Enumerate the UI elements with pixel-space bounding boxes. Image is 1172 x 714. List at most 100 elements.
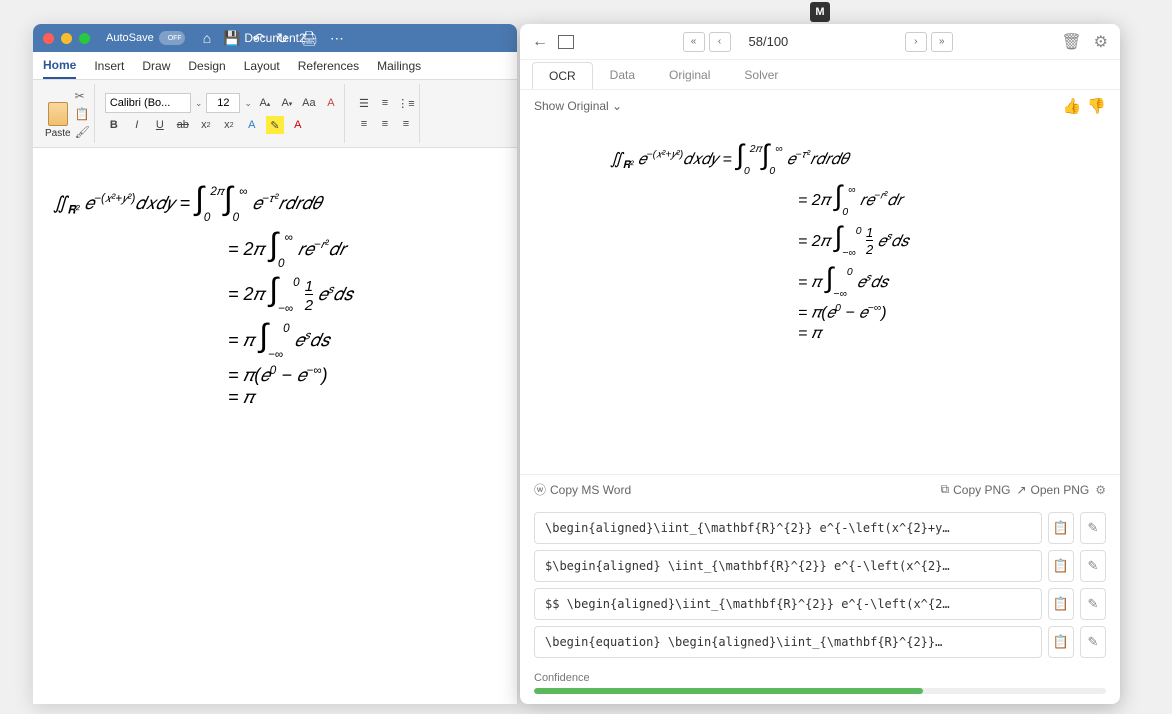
bold-button[interactable]: B [105,116,123,134]
latex-code[interactable]: $\begin{aligned} \iint_{\mathbf{R}^{2}} … [534,550,1042,582]
delete-icon[interactable]: 🗑 [1061,32,1081,52]
tab-original[interactable]: Original [652,61,727,88]
copy-latex-icon[interactable]: 📋 [1048,588,1074,620]
document-canvas[interactable]: ∬𝐑² 𝑒−(𝑥²+𝑦²)𝑑𝑥𝑑𝑦 = ∫02𝜋∫0∞ 𝑒−𝜏²𝑟𝑑𝑟𝑑𝜃 = … [33,148,517,440]
font-group: ⌄ ⌄ A▴ A▾ Aa A B I U ab x2 x2 A ✎ A [101,84,345,143]
tab-mailings[interactable]: Mailings [377,54,421,78]
tab-layout[interactable]: Layout [244,54,280,78]
zoom-window[interactable] [79,33,90,44]
tab-draw[interactable]: Draw [142,54,170,78]
autosave-switch[interactable]: OFF [159,31,185,45]
confidence-section: Confidence [520,666,1120,704]
size-dropdown-icon[interactable]: ⌄ [244,98,252,109]
equation-line: = 𝜋(𝑒0 − 𝑒−∞) [540,303,1100,322]
word-icon: ⓦ [534,481,546,498]
back-icon[interactable]: ← [532,33,548,51]
copy-icon[interactable]: 📋 [75,107,90,121]
latex-code[interactable]: $$ \begin{aligned}\iint_{\mathbf{R}^{2}}… [534,588,1042,620]
italic-button[interactable]: I [128,116,146,134]
font-size-select[interactable] [206,93,240,113]
tab-insert[interactable]: Insert [94,54,124,78]
edit-latex-icon[interactable]: ✎ [1080,588,1106,620]
copy-toolbar: ⓦCopy MS Word ⧉Copy PNG ↗Open PNG ⚙ [520,474,1120,504]
edit-latex-icon[interactable]: ✎ [1080,512,1106,544]
equation-line: = 𝜋 ∫−∞0 𝑒𝑠𝑑𝑠 [540,262,1100,300]
subscript-button[interactable]: x2 [197,116,215,134]
superscript-button[interactable]: x2 [220,116,238,134]
confidence-bar [534,688,1106,694]
paragraph-group: ☰ ≡ ⋮≡ ≡ ≡ ≡ [351,84,420,143]
edit-latex-icon[interactable]: ✎ [1080,626,1106,658]
ocr-result-canvas: ∬𝐑² 𝑒−(𝑥²+𝑦²)𝑑𝑥𝑑𝑦 = ∫02𝜋∫0∞ 𝑒−𝜏²𝑟𝑑𝑟𝑑𝜃 = … [520,122,1120,474]
more-icon[interactable]: ⋯ [330,30,344,47]
bullets-icon[interactable]: ☰ [355,94,373,112]
window-controls [43,33,90,44]
minimize-window[interactable] [61,33,72,44]
clear-format-icon[interactable]: A [322,94,340,112]
show-original-bar: Show Original ⌄ 👍 👎 [520,90,1120,122]
copy-msword-button[interactable]: ⓦCopy MS Word [534,481,631,498]
font-dropdown-icon[interactable]: ⌄ [195,98,203,109]
edit-latex-icon[interactable]: ✎ [1080,550,1106,582]
latex-row: $\begin{aligned} \iint_{\mathbf{R}^{2}} … [534,550,1106,582]
autosave-toggle[interactable]: AutoSave OFF [106,31,185,45]
nav-prev-icon[interactable]: ‹ [709,32,731,52]
close-window[interactable] [43,33,54,44]
tab-data[interactable]: Data [593,61,652,88]
latex-row: \begin{aligned}\iint_{\mathbf{R}^{2}} e^… [534,512,1106,544]
settings-icon[interactable]: ⚙ [1094,32,1108,52]
ribbon-tabs: Home Insert Draw Design Layout Reference… [33,52,517,80]
tab-references[interactable]: References [298,54,359,78]
show-original-toggle[interactable]: Show Original ⌄ [534,99,622,113]
panel-tabs: OCR Data Original Solver [520,60,1120,90]
font-color-icon[interactable]: A [289,116,307,134]
tab-design[interactable]: Design [188,54,225,78]
numbering-icon[interactable]: ≡ [376,94,394,112]
word-window: AutoSave OFF ⌂ 💾 ↶ ↻ 🖨 ⋯ Document2 Home … [33,24,517,704]
grow-font-icon[interactable]: A▴ [256,94,274,112]
external-link-icon: ↗ [1016,483,1026,497]
latex-code[interactable]: \begin{aligned}\iint_{\mathbf{R}^{2}} e^… [534,512,1042,544]
tab-home[interactable]: Home [43,53,76,79]
thumbs-up-icon[interactable]: 👍 [1063,97,1082,115]
cut-icon[interactable]: ✂ [75,89,90,103]
tab-solver[interactable]: Solver [727,61,795,88]
text-effects-icon[interactable]: A [243,116,261,134]
equation-line: = 𝜋 [540,325,1100,343]
align-left-icon[interactable]: ≡ [355,115,373,133]
ribbon: Paste ✂ 📋 🖌 ⌄ ⌄ A▴ A▾ Aa A B [33,80,517,148]
latex-code[interactable]: \begin{equation} \begin{aligned}\iint_{\… [534,626,1042,658]
nav-first-icon[interactable]: « [683,32,705,52]
underline-button[interactable]: U [151,116,169,134]
open-png-button[interactable]: ↗Open PNG [1016,483,1089,497]
copy-png-button[interactable]: ⧉Copy PNG [941,482,1011,497]
copy-icon: ⧉ [941,482,950,497]
nav-last-icon[interactable]: » [931,32,953,52]
clipboard-group: Paste ✂ 📋 🖌 [41,84,95,143]
copy-latex-icon[interactable]: 📋 [1048,550,1074,582]
highlight-icon[interactable]: ✎ [266,116,284,134]
tab-ocr[interactable]: OCR [532,62,593,89]
page-counter: 58/100 [749,34,789,49]
copy-latex-icon[interactable]: 📋 [1048,626,1074,658]
copy-settings-icon[interactable]: ⚙ [1095,483,1106,497]
format-painter-icon[interactable]: 🖌 [75,125,90,139]
crop-icon[interactable] [558,35,574,49]
app-logo: M [810,2,830,22]
paste-button[interactable]: Paste [45,102,71,139]
autosave-label: AutoSave [106,32,154,44]
align-right-icon[interactable]: ≡ [397,115,415,133]
font-family-select[interactable] [105,93,191,113]
shrink-font-icon[interactable]: A▾ [278,94,296,112]
multilevel-icon[interactable]: ⋮≡ [397,94,415,112]
copy-latex-icon[interactable]: 📋 [1048,512,1074,544]
home-icon[interactable]: ⌂ [203,30,211,47]
align-center-icon[interactable]: ≡ [376,115,394,133]
confidence-fill [534,688,923,694]
save-icon[interactable]: 💾 [223,30,240,47]
thumbs-down-icon[interactable]: 👎 [1087,97,1106,115]
change-case-icon[interactable]: Aa [300,94,318,112]
document-title: Document2 [244,31,305,45]
strike-button[interactable]: ab [174,116,192,134]
nav-next-icon[interactable]: › [905,32,927,52]
